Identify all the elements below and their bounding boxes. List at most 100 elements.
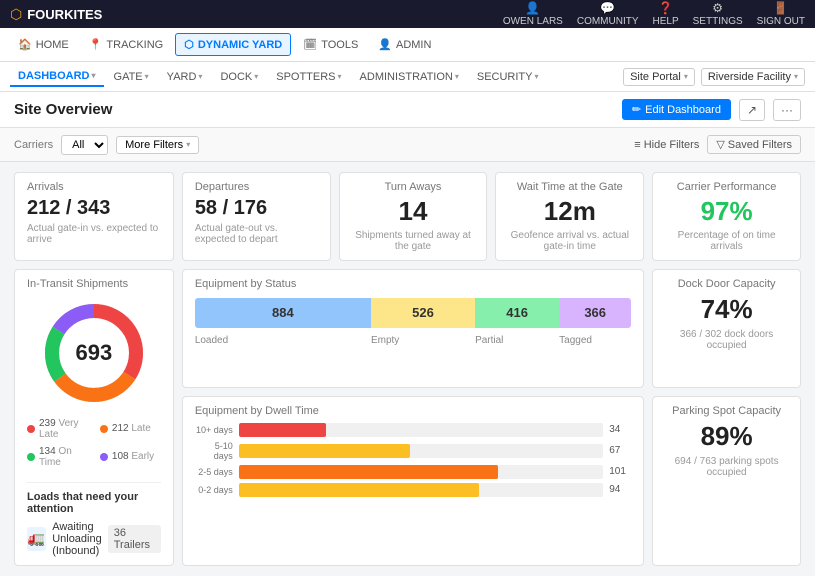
- saved-filters-button[interactable]: ▽ Saved Filters: [707, 135, 801, 154]
- parking-value: 89%: [665, 421, 788, 452]
- status-empty: 526: [371, 298, 475, 328]
- sub-nav-administration[interactable]: ADMINISTRATION ▾: [352, 68, 467, 86]
- attention-row: 🚛 Awaiting Unloading (Inbound) 36 Traile…: [27, 521, 161, 557]
- arrivals-sub: Actual gate-in vs. expected to arrive: [27, 223, 161, 245]
- sub-nav-dashboard[interactable]: DASHBOARD ▾: [10, 67, 104, 87]
- status-tagged-label: Tagged: [559, 332, 631, 346]
- transit-title: In-Transit Shipments: [27, 278, 161, 290]
- share-icon: ↗: [747, 103, 757, 117]
- edit-icon: ✏: [632, 103, 641, 116]
- chevron-down-icon: ▾: [534, 72, 538, 81]
- header-actions: ✏ Edit Dashboard ↗ ···: [622, 99, 801, 121]
- dwell-bar-wrap-2: [239, 465, 603, 479]
- wait-time-sub: Geofence arrival vs. actual gate-in time: [508, 230, 631, 252]
- main-nav: 🏠 HOME 📍 TRACKING ⬡ DYNAMIC YARD 🗓 TOOLS…: [0, 28, 815, 62]
- attention-section: Loads that need your attention 🚛 Awaitin…: [27, 482, 161, 557]
- parking-capacity-card: Parking Spot Capacity 89% 694 / 763 park…: [652, 396, 801, 566]
- parking-title: Parking Spot Capacity: [665, 405, 788, 417]
- hide-filters-button[interactable]: ≡ Hide Filters: [634, 139, 699, 151]
- nav-settings[interactable]: ⚙ SETTINGS: [693, 1, 743, 27]
- carrier-label: Carriers: [14, 139, 53, 151]
- admin-icon: 👤: [378, 38, 392, 51]
- departures-title: Departures: [195, 181, 318, 193]
- home-icon: 🏠: [18, 38, 32, 51]
- sub-nav-security[interactable]: SECURITY ▾: [469, 68, 547, 86]
- facility-select[interactable]: Riverside Facility ▾: [701, 68, 805, 86]
- nav-tracking[interactable]: 📍 TRACKING: [81, 34, 172, 55]
- chevron-down-icon: ▾: [338, 72, 342, 81]
- sign-out-icon: 🚪: [773, 1, 788, 15]
- transit-card: In-Transit Shipments: [14, 269, 174, 566]
- share-button[interactable]: ↗: [739, 99, 765, 121]
- nav-sign-out[interactable]: 🚪 SIGN OUT: [757, 1, 805, 27]
- dwell-bar-3: [239, 483, 479, 497]
- more-filters-button[interactable]: More Filters ▾: [116, 136, 199, 154]
- sub-nav-gate[interactable]: GATE ▾: [106, 68, 157, 86]
- dwell-label-3: 0-2 days: [195, 485, 233, 495]
- status-loaded: 884: [195, 298, 371, 328]
- on-time-dot: [27, 453, 35, 461]
- site-portal-select[interactable]: Site Portal ▾: [623, 68, 695, 86]
- dock-capacity-card: Dock Door Capacity 74% 366 / 302 dock do…: [652, 269, 801, 388]
- more-options-button[interactable]: ···: [773, 99, 801, 121]
- departures-sub: Actual gate-out vs. expected to depart: [195, 223, 318, 245]
- carrier-perf-value: 97%: [665, 197, 788, 226]
- equipment-status-title: Equipment by Status: [195, 278, 631, 290]
- dwell-row-5to10: 5-10 days 67: [195, 441, 631, 461]
- edit-dashboard-button[interactable]: ✏ Edit Dashboard: [622, 99, 731, 120]
- nav-community[interactable]: 💬 COMMUNITY: [577, 1, 639, 27]
- carrier-perf-title: Carrier Performance: [665, 181, 788, 193]
- dwell-label-1: 5-10 days: [195, 441, 233, 461]
- dwell-bar-wrap-0: [239, 423, 603, 437]
- sub-nav-dock[interactable]: DOCK ▾: [212, 68, 266, 86]
- sub-nav-left: DASHBOARD ▾ GATE ▾ YARD ▾ DOCK ▾ SPOTTER…: [10, 67, 547, 87]
- very-late-dot: [27, 425, 35, 433]
- user-icon: 👤: [525, 1, 540, 15]
- turn-aways-sub: Shipments turned away at the gate: [352, 230, 475, 252]
- legend-early: 108 Early: [100, 446, 161, 468]
- dwell-bar-2: [239, 465, 498, 479]
- wait-time-card: Wait Time at the Gate 12m Geofence arriv…: [495, 172, 644, 261]
- arrivals-title: Arrivals: [27, 181, 161, 193]
- nav-home[interactable]: 🏠 HOME: [10, 34, 77, 55]
- chevron-down-icon: ▾: [455, 72, 459, 81]
- nav-owen-lars[interactable]: 👤 OWEN LARS: [503, 1, 563, 27]
- nav-help[interactable]: ❓ HELP: [653, 1, 679, 27]
- dwell-bar-wrap-3: [239, 483, 603, 497]
- top-bar: ⬡ FOURKITES 👤 OWEN LARS 💬 COMMUNITY ❓ HE…: [0, 0, 815, 28]
- yard-icon: ⬡: [184, 38, 194, 51]
- more-icon: ···: [781, 103, 793, 117]
- carrier-select[interactable]: All: [61, 135, 108, 155]
- chevron-down-icon: ▾: [198, 72, 202, 81]
- transit-legend: 239 Very Late 212 Late 134 On Time 108 E…: [27, 418, 161, 468]
- late-dot: [100, 425, 108, 433]
- nav-tools[interactable]: 🗓 TOOLS: [295, 34, 366, 55]
- logo: ⬡ FOURKITES: [10, 6, 102, 23]
- attention-label: Awaiting Unloading (Inbound): [52, 521, 102, 557]
- sub-nav-spotters[interactable]: SPOTTERS ▾: [268, 68, 349, 86]
- equipment-status-card: Equipment by Status 884 526 416 366 Load…: [182, 269, 644, 388]
- status-bar: 884 526 416 366: [195, 298, 631, 328]
- dwell-val-3: 94: [609, 484, 631, 495]
- dock-title: Dock Door Capacity: [665, 278, 788, 290]
- arrivals-value: 212 / 343: [27, 197, 161, 219]
- status-partial: 416: [475, 298, 559, 328]
- dwell-card: Equipment by Dwell Time 10+ days 34 5-10…: [182, 396, 644, 566]
- dwell-val-2: 101: [609, 466, 631, 477]
- dwell-row-2to5: 2-5 days 101: [195, 465, 631, 479]
- donut-container: 693: [27, 298, 161, 408]
- filters-right: ≡ Hide Filters ▽ Saved Filters: [634, 135, 801, 154]
- wait-time-title: Wait Time at the Gate: [508, 181, 631, 193]
- early-dot: [100, 453, 108, 461]
- dwell-val-0: 34: [609, 424, 631, 435]
- chevron-down-icon: ▾: [186, 140, 190, 149]
- legend-very-late: 239 Very Late: [27, 418, 88, 440]
- status-partial-label: Partial: [475, 332, 559, 346]
- sub-nav-yard[interactable]: YARD ▾: [159, 68, 211, 86]
- arrivals-card: Arrivals 212 / 343 Actual gate-in vs. ex…: [14, 172, 174, 261]
- nav-dynamic-yard[interactable]: ⬡ DYNAMIC YARD: [175, 33, 291, 56]
- nav-admin[interactable]: 👤 ADMIN: [370, 34, 439, 55]
- legend-late: 212 Late: [100, 418, 161, 440]
- dwell-bar-0: [239, 423, 326, 437]
- page-title: Site Overview: [14, 101, 112, 118]
